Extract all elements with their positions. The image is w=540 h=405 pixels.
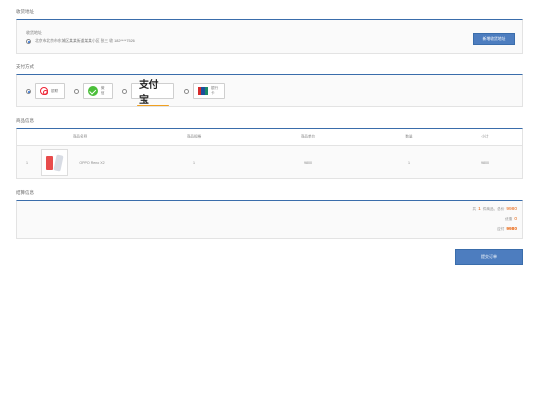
product-name[interactable]: OPPO Reno X2 (79, 161, 104, 165)
wechat-icon (88, 86, 98, 96)
payment-label: 银联 (51, 88, 59, 93)
total-price: 9980 (506, 207, 517, 212)
discount-value: 0 (514, 217, 517, 222)
submit-order-button[interactable]: 提交订单 (455, 249, 523, 265)
summary-panel: 共 1 件商品，总价 9980 优惠 0 应付 9980 (16, 200, 523, 239)
payment-card[interactable]: 银联 (35, 83, 65, 99)
payment-card[interactable]: 支付宝 (131, 80, 174, 106)
product-subtotal: 9800 (481, 160, 489, 165)
add-address-button[interactable]: 新增收货地址 (473, 33, 515, 45)
alipay-logo: 支付宝 (136, 76, 169, 106)
goods-section-title: 商品信息 (16, 118, 34, 123)
payment-option-alipay[interactable]: 支付宝 (122, 80, 174, 106)
payment-radio[interactable] (74, 88, 79, 94)
payment-radio[interactable] (184, 88, 189, 94)
payment-card[interactable]: 银行卡 (193, 83, 225, 99)
product-price: 9800 (304, 160, 312, 165)
pay-label: 应付 (497, 227, 505, 231)
payment-option-wechat[interactable]: 微信 (74, 83, 113, 99)
table-header: 商品名称 商品规格 商品单价 数量 小计 (17, 129, 522, 146)
table-row: 1 OPPO Reno X2 1 9800 1 9800 (17, 146, 522, 179)
payment-label: 微信 (100, 86, 105, 95)
row-index: 1 (26, 160, 28, 165)
header-price: 商品单价 (300, 134, 316, 139)
payment-section-title: 支付方式 (16, 64, 34, 69)
summary-discount-line: 优惠 0 (505, 217, 517, 222)
payment-option-unionpay[interactable]: 银联 (26, 83, 65, 99)
payment-radio[interactable] (122, 88, 127, 94)
header-spec: 商品规格 (186, 134, 202, 139)
header-name: 商品名称 (72, 134, 88, 139)
payment-option-bankcard[interactable]: 银行卡 (184, 83, 225, 99)
address-option[interactable]: 北京市北京市东城区某某街道某某小区 张三 收 182****7526 (26, 39, 135, 44)
product-image[interactable] (41, 149, 68, 176)
address-radio[interactable] (26, 39, 31, 44)
item-count: 1 (478, 207, 481, 212)
discount-label: 优惠 (505, 217, 513, 221)
summary-total-line: 共 1 件商品，总价 9980 (473, 207, 518, 212)
address-detail: 北京市北京市东城区某某街道某某小区 张三 收 182****7526 (35, 39, 135, 43)
unionpay-icon (40, 87, 48, 95)
pay-value: 9980 (506, 227, 517, 232)
address-section-title: 收货地址 (16, 9, 34, 14)
product-spec: 1 (193, 160, 195, 165)
address-panel: 收货地址 北京市北京市东城区某某街道某某小区 张三 收 182****7526 … (16, 19, 523, 54)
payment-label: 银行卡 (211, 86, 219, 95)
header-subtotal: 小计 (481, 134, 489, 139)
payment-radio[interactable] (26, 88, 31, 94)
summary-pay-line: 应付 9980 (497, 227, 517, 232)
header-qty: 数量 (405, 134, 413, 139)
product-qty: 1 (408, 160, 410, 165)
bank-card-icon (198, 87, 209, 95)
count-suffix: 件商品，总价 (482, 207, 505, 211)
goods-table: 商品名称 商品规格 商品单价 数量 小计 1 OPPO Reno X2 1 98… (16, 128, 523, 179)
address-label: 收货地址 (26, 30, 42, 35)
payment-panel: 银联 微信 支付宝 银行卡 (16, 74, 523, 107)
count-prefix: 共 (472, 207, 477, 211)
payment-card[interactable]: 微信 (83, 83, 113, 99)
summary-section-title: 结算信息 (16, 190, 34, 195)
